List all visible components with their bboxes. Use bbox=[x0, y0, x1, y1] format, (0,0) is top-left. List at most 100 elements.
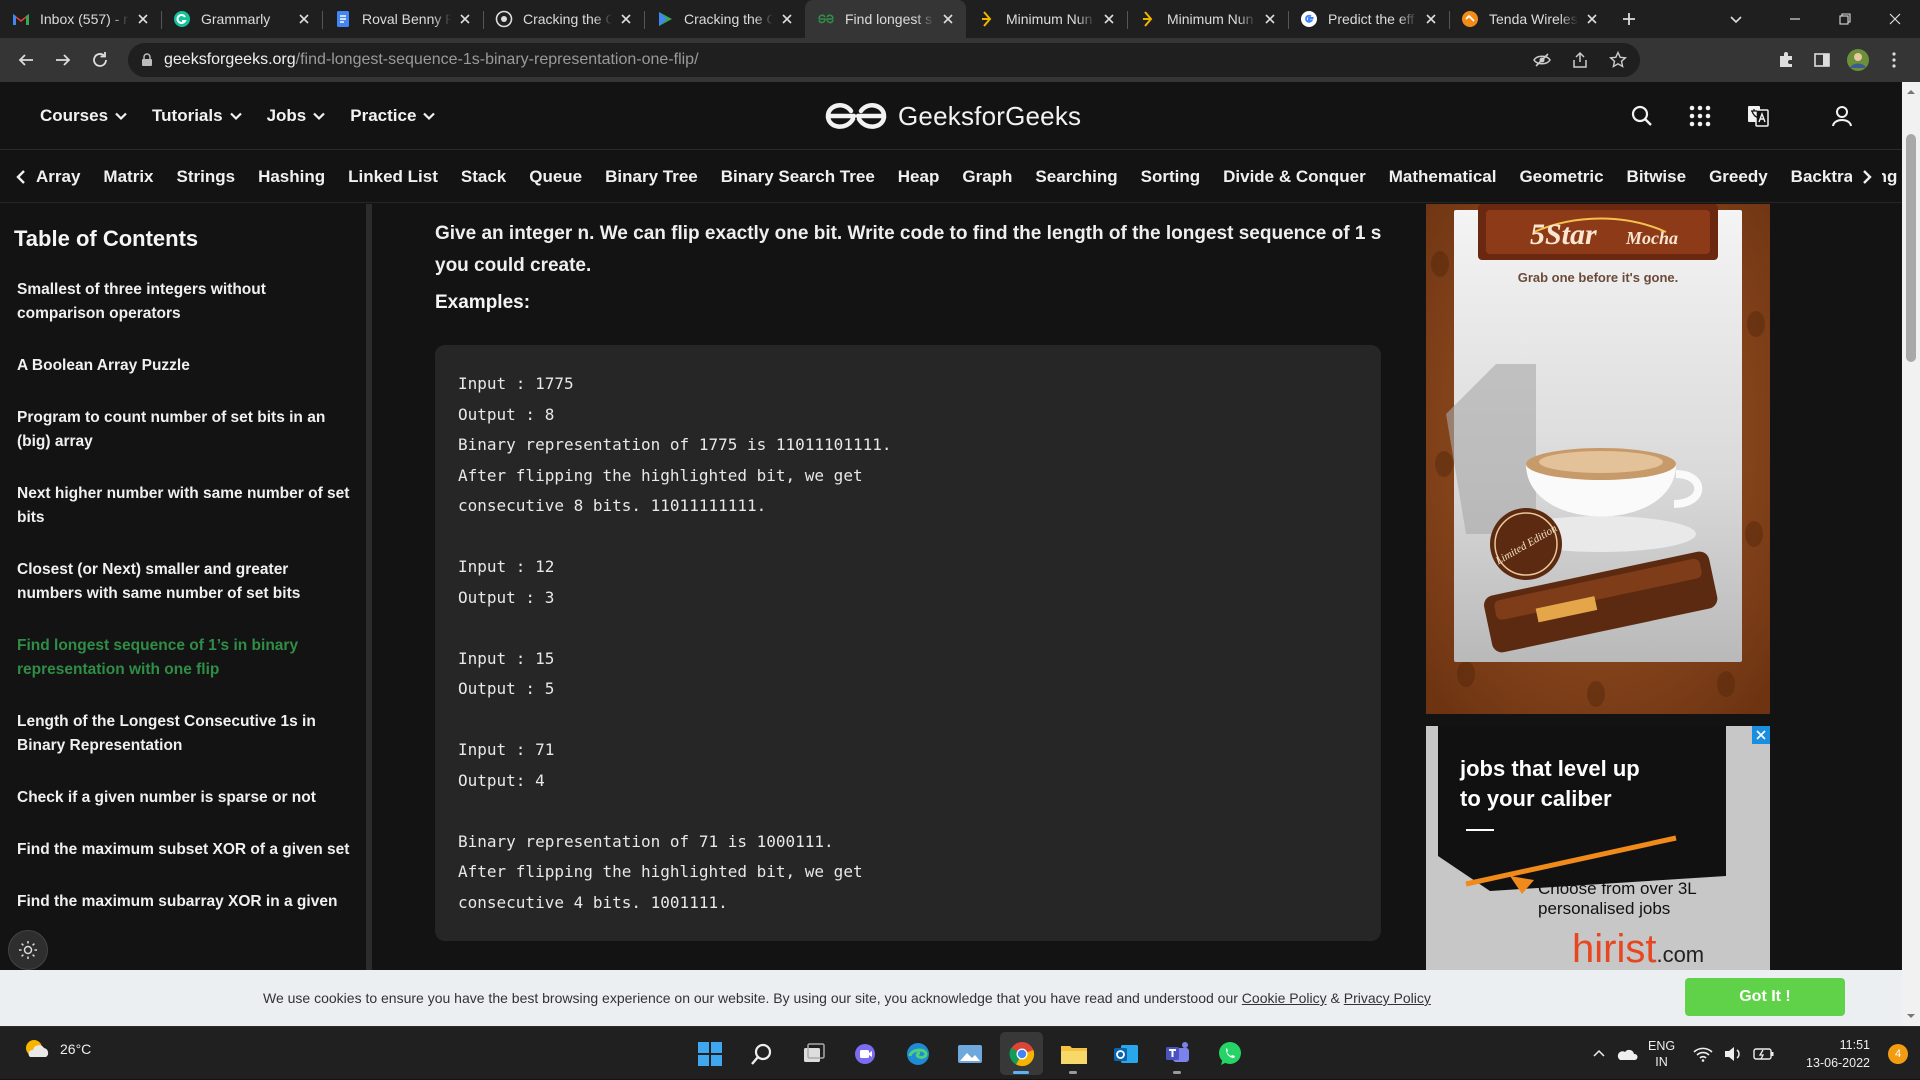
apps-button[interactable] bbox=[1680, 96, 1720, 136]
topic-link[interactable]: Graph bbox=[962, 167, 1012, 187]
browser-tab[interactable]: Grammarly bbox=[161, 0, 322, 38]
ad-close-button[interactable] bbox=[1752, 726, 1770, 744]
back-button[interactable] bbox=[8, 42, 44, 78]
translate-button[interactable] bbox=[1738, 96, 1778, 136]
close-icon[interactable] bbox=[940, 11, 956, 27]
close-icon[interactable] bbox=[296, 11, 312, 27]
battery-icon[interactable] bbox=[1753, 1046, 1775, 1062]
task-view-button[interactable] bbox=[792, 1032, 835, 1075]
forward-button[interactable] bbox=[45, 42, 81, 78]
scrollbar-thumb[interactable] bbox=[1906, 134, 1916, 362]
topic-link[interactable]: Hashing bbox=[258, 167, 325, 187]
close-icon[interactable] bbox=[135, 11, 151, 27]
user-account-button[interactable] bbox=[1822, 96, 1862, 136]
topic-link[interactable]: Queue bbox=[529, 167, 582, 187]
toc-item[interactable]: Closest (or Next) smaller and greater nu… bbox=[0, 558, 366, 606]
topic-link[interactable]: Sorting bbox=[1141, 167, 1201, 187]
topic-link[interactable]: Stack bbox=[461, 167, 506, 187]
toc-item[interactable]: Program to count number of set bits in a… bbox=[0, 406, 366, 454]
close-icon[interactable] bbox=[1262, 11, 1278, 27]
toc-item-current[interactable]: Find longest sequence of 1’s in binary r… bbox=[0, 634, 366, 682]
photos-app[interactable] bbox=[948, 1032, 991, 1075]
nav-courses[interactable]: Courses bbox=[40, 106, 128, 126]
topic-link[interactable]: Strings bbox=[177, 167, 236, 187]
search-button[interactable] bbox=[740, 1032, 783, 1075]
clock[interactable]: 11:51 13-06-2022 bbox=[1806, 1036, 1870, 1072]
volume-icon[interactable] bbox=[1723, 1046, 1743, 1062]
new-tab-button[interactable] bbox=[1610, 0, 1648, 38]
close-icon[interactable] bbox=[1423, 11, 1439, 27]
close-icon[interactable] bbox=[1101, 11, 1117, 27]
topic-scroll-left-button[interactable] bbox=[6, 151, 36, 202]
topic-link[interactable]: Mathematical bbox=[1389, 167, 1497, 187]
scroll-down-icon[interactable] bbox=[1902, 1008, 1920, 1024]
onedrive-icon[interactable] bbox=[1616, 1047, 1638, 1061]
close-icon[interactable] bbox=[1584, 11, 1600, 27]
topic-link[interactable]: Binary Tree bbox=[605, 167, 698, 187]
topic-link[interactable]: Greedy bbox=[1709, 167, 1768, 187]
whatsapp-app[interactable] bbox=[1208, 1032, 1251, 1075]
theme-toggle-button[interactable] bbox=[8, 930, 48, 970]
topic-link[interactable]: Bitwise bbox=[1627, 167, 1687, 187]
close-icon[interactable] bbox=[779, 11, 795, 27]
site-logo[interactable]: GeeksforGeeks bbox=[824, 96, 1081, 136]
browser-tab[interactable]: Minimum Nun bbox=[1127, 0, 1288, 38]
browser-tab[interactable]: Inbox (557) - r bbox=[0, 0, 161, 38]
share-button[interactable] bbox=[1562, 42, 1598, 78]
topic-link[interactable]: Heap bbox=[898, 167, 940, 187]
side-panel-button[interactable] bbox=[1804, 42, 1840, 78]
topic-scroll-right-button[interactable] bbox=[1852, 151, 1882, 202]
address-bar[interactable]: geeksforgeeks.org/find-longest-sequence-… bbox=[128, 43, 1640, 77]
cookie-policy-link[interactable]: Cookie Policy bbox=[1242, 990, 1327, 1006]
topic-link[interactable]: Searching bbox=[1035, 167, 1117, 187]
profile-button[interactable] bbox=[1840, 42, 1876, 78]
language-indicator[interactable]: ENG IN bbox=[1648, 1038, 1675, 1070]
nav-practice[interactable]: Practice bbox=[350, 106, 436, 126]
page-scrollbar[interactable] bbox=[1902, 82, 1920, 1026]
toc-item[interactable]: Length of the Longest Consecutive 1s in … bbox=[0, 710, 366, 758]
accept-cookies-button[interactable]: Got It ! bbox=[1685, 978, 1845, 1016]
privacy-policy-link[interactable]: Privacy Policy bbox=[1344, 990, 1431, 1006]
browser-menu-button[interactable] bbox=[1876, 42, 1912, 78]
tab-search-button[interactable] bbox=[1718, 0, 1754, 38]
toc-item[interactable]: Check if a given number is sparse or not bbox=[0, 786, 366, 810]
teams-app[interactable] bbox=[1156, 1032, 1199, 1075]
chrome-app[interactable] bbox=[1000, 1032, 1043, 1075]
topic-link[interactable]: Binary Search Tree bbox=[721, 167, 875, 187]
nav-tutorials[interactable]: Tutorials bbox=[152, 106, 243, 126]
toc-item[interactable]: Smallest of three integers without compa… bbox=[0, 278, 366, 326]
ad-banner-jobs[interactable]: jobs that level up to your caliber Choos… bbox=[1426, 726, 1770, 970]
close-icon[interactable] bbox=[618, 11, 634, 27]
topic-link[interactable]: Divide & Conquer bbox=[1223, 167, 1366, 187]
nav-jobs[interactable]: Jobs bbox=[267, 106, 327, 126]
browser-tab[interactable]: Cracking the C bbox=[483, 0, 644, 38]
bookmark-button[interactable] bbox=[1600, 42, 1636, 78]
search-button[interactable] bbox=[1622, 96, 1662, 136]
toc-item[interactable]: Find the maximum subset XOR of a given s… bbox=[0, 838, 366, 862]
browser-tab[interactable]: Tenda Wireles bbox=[1449, 0, 1610, 38]
restore-button[interactable] bbox=[1820, 0, 1870, 38]
tracking-blocked-button[interactable] bbox=[1524, 42, 1560, 78]
topic-link[interactable]: Array bbox=[36, 167, 80, 187]
start-button[interactable] bbox=[688, 1032, 731, 1075]
close-window-button[interactable] bbox=[1870, 0, 1920, 38]
browser-tab[interactable]: Roval Benny R bbox=[322, 0, 483, 38]
toc-item[interactable]: Find the maximum subarray XOR in a given bbox=[0, 890, 366, 914]
topic-link[interactable]: Matrix bbox=[103, 167, 153, 187]
minimize-button[interactable] bbox=[1770, 0, 1820, 38]
toc-item[interactable]: Next higher number with same number of s… bbox=[0, 482, 366, 530]
wifi-icon[interactable] bbox=[1693, 1046, 1713, 1062]
topic-link[interactable]: Linked List bbox=[348, 167, 438, 187]
edge-app[interactable] bbox=[896, 1032, 939, 1075]
extensions-button[interactable] bbox=[1768, 42, 1804, 78]
browser-tab[interactable]: Minimum Nun bbox=[966, 0, 1127, 38]
file-explorer-app[interactable] bbox=[1052, 1032, 1095, 1075]
reload-button[interactable] bbox=[82, 42, 118, 78]
toc-item[interactable]: A Boolean Array Puzzle bbox=[0, 354, 366, 378]
topic-link[interactable]: Geometric bbox=[1519, 167, 1603, 187]
weather-widget[interactable]: 26°C bbox=[22, 1037, 91, 1061]
chat-app[interactable] bbox=[844, 1032, 887, 1075]
browser-tab[interactable]: Predict the eff bbox=[1288, 0, 1449, 38]
ad-banner-chocolate[interactable]: 5Star Mocha Grab one before it's gone. L… bbox=[1426, 204, 1770, 714]
browser-tab-active[interactable]: Find longest s bbox=[805, 0, 966, 38]
